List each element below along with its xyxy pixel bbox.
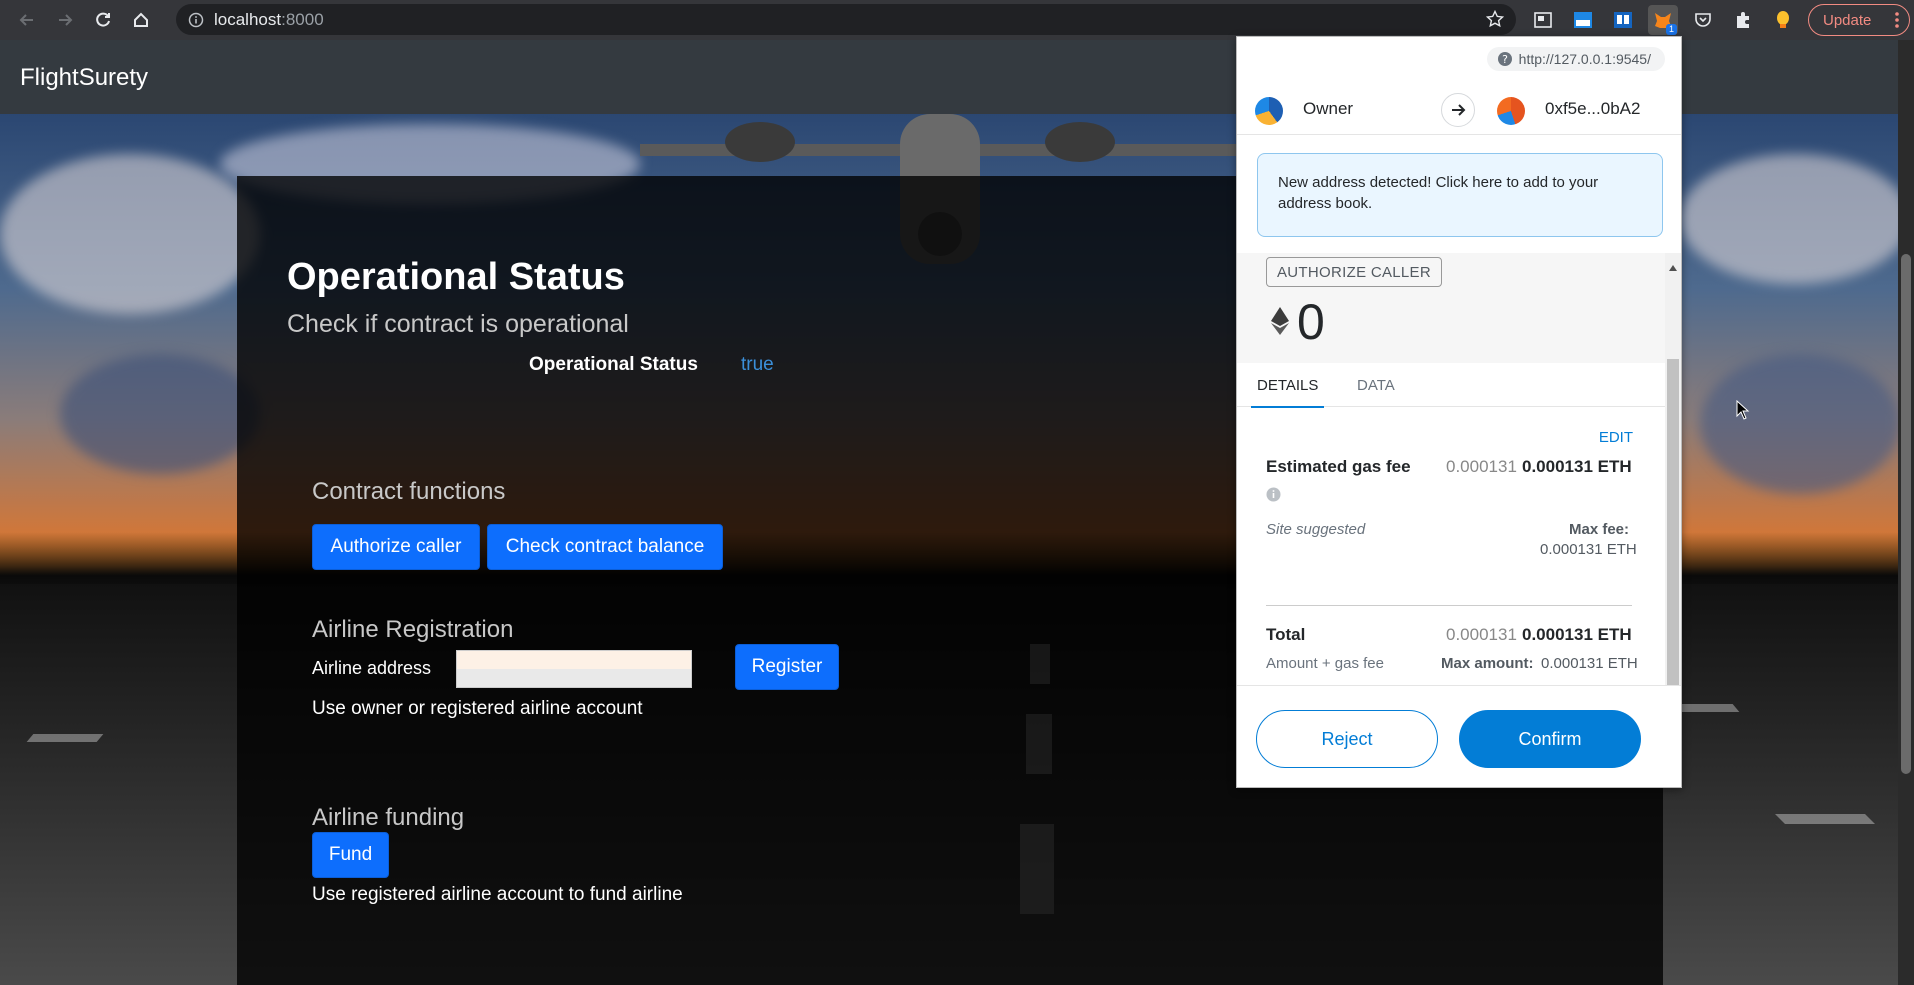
site-suggested-label: Site suggested [1266,521,1366,538]
arrow-right-icon [59,14,73,26]
registration-hint: Use owner or registered airline account [312,698,643,719]
authorize-caller-button[interactable]: Authorize caller [312,524,480,570]
airline-address-input[interactable] [456,650,692,688]
update-button[interactable]: Update [1808,4,1910,36]
airline-registration-title: Airline Registration [312,616,514,643]
from-account-name[interactable]: Owner [1303,99,1353,119]
extension-blue-icon[interactable] [1568,5,1598,35]
scroll-up-icon[interactable] [1669,265,1677,271]
details-tabs: DETAILS DATA [1237,363,1667,408]
ethereum-icon [1271,307,1289,335]
edit-gas-link[interactable]: EDIT [1599,429,1633,446]
funding-hint: Use registered airline account to fund a… [312,884,683,905]
total-eth: 0.000131 ETH [1522,625,1632,644]
site-origin-pill: ? http://127.0.0.1:9545/ [1486,47,1665,71]
svg-text:?: ? [1502,53,1508,66]
reader-extension-icon[interactable] [1608,5,1638,35]
transaction-details: AUTHORIZE CALLER 0 DETAILS DATA EDIT Est… [1237,253,1681,683]
account-arrow [1441,93,1475,127]
tab-details[interactable]: DETAILS [1251,377,1325,408]
metamask-popup: ? http://127.0.0.1:9545/ Owner 0xf5e...0… [1236,36,1682,788]
to-account-avatar [1497,97,1525,125]
contract-functions-title: Contract functions [312,478,506,505]
reject-button[interactable]: Reject [1256,710,1438,768]
origin-text: http://127.0.0.1:9545/ [1518,51,1651,67]
lightbulb-icon[interactable] [1768,5,1798,35]
back-button[interactable] [12,5,42,35]
extension-icons: 1 [1528,5,1798,35]
max-amount-value: 0.000131 ETH [1541,655,1638,672]
address-bar[interactable]: localhost:8000 [176,4,1516,35]
total-fiat: 0.000131 [1446,625,1517,644]
gas-fee-label: Estimated gas fee [1266,457,1411,476]
tab-data[interactable]: DATA [1357,377,1395,394]
gas-fee-fiat: 0.000131 [1446,457,1517,476]
register-button[interactable]: Register [735,644,839,690]
operational-status-value: true [741,354,774,375]
from-account-avatar [1255,97,1283,125]
home-button[interactable] [126,5,156,35]
forward-button[interactable] [50,5,80,35]
fund-button[interactable]: Fund [312,832,389,878]
transaction-amount: 0 [1297,294,1325,350]
details-divider [1266,605,1632,606]
airline-address-label: Airline address [312,658,432,678]
pocket-icon[interactable] [1688,5,1718,35]
fox-icon[interactable]: 1 [1648,5,1678,35]
reload-icon [96,12,110,27]
to-account-address[interactable]: 0xf5e...0bA2 [1545,99,1640,119]
transaction-summary: AUTHORIZE CALLER 0 [1237,253,1667,363]
confirm-button[interactable]: Confirm [1459,710,1641,768]
account-bar: Owner 0xf5e...0bA2 [1237,85,1681,135]
page-scrollbar-thumb[interactable] [1901,254,1911,774]
new-address-notice[interactable]: New address detected! Click here to add … [1257,153,1663,237]
operational-title: Operational Status [287,256,625,298]
check-balance-button[interactable]: Check contract balance [487,524,723,570]
info-icon[interactable] [188,12,204,28]
max-fee-label: Max fee: [1569,521,1630,538]
update-label: Update [1823,11,1872,29]
info-icon[interactable] [1266,487,1281,502]
mouse-cursor-icon [1736,400,1750,420]
gas-fee-eth: 0.000131 ETH [1522,457,1632,476]
airline-funding-title: Airline funding [312,804,465,831]
page-scrollbar[interactable] [1898,40,1914,985]
more-menu-icon [1895,12,1899,28]
brand-link[interactable]: FlightSurety [20,64,148,92]
browser-toolbar: localhost:8000 1 Update [0,0,1914,40]
reload-button[interactable] [88,5,118,35]
max-fee-value: 0.000131 ETH [1540,541,1637,558]
operational-subtitle: Check if contract is operational [287,310,629,338]
max-amount-label: Max amount: [1441,655,1534,672]
url-text: localhost:8000 [214,9,324,29]
question-icon: ? [1497,52,1512,66]
arrow-right-icon [1452,104,1466,116]
popup-footer: Reject Confirm [1237,685,1681,787]
total-label: Total [1266,625,1306,644]
operational-status-label: Operational Status [529,354,698,375]
amount-gas-label: Amount + gas fee [1266,655,1384,672]
home-icon [134,12,148,27]
star-icon[interactable] [1486,10,1504,28]
method-badge: AUTHORIZE CALLER [1266,257,1442,287]
arrow-left-icon [19,14,33,26]
notification-badge: 1 [1665,24,1677,35]
tab-search-icon[interactable] [1528,5,1558,35]
puzzle-icon[interactable] [1728,5,1758,35]
